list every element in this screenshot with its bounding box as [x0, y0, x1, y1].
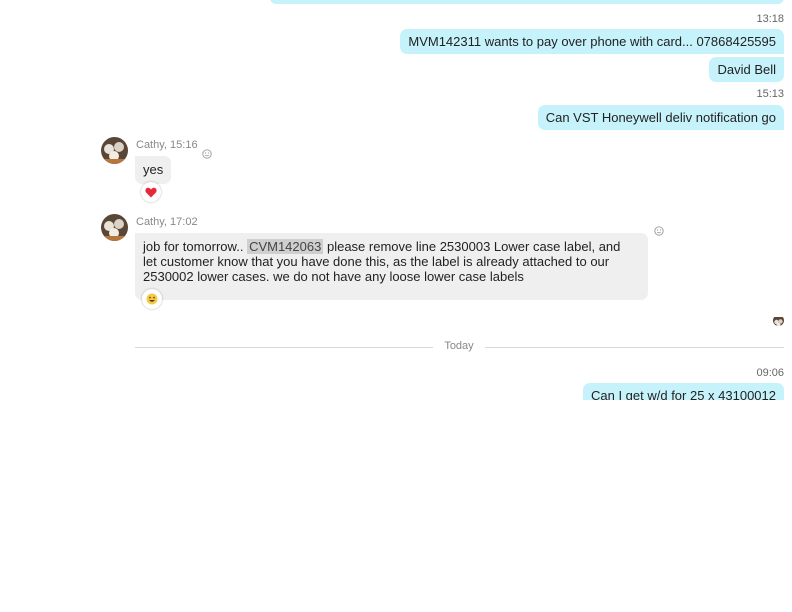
message-timestamp: 09:06: [756, 367, 784, 379]
message-line: 2530002 lower cases. we do not have any …: [143, 269, 524, 284]
order-reference-highlight[interactable]: CVM142063: [247, 239, 324, 254]
chat-conversation: 13:18 MVM142311 wants to pay over phone …: [0, 0, 792, 400]
message-text: job for tomorrow..: [143, 239, 244, 254]
date-divider-label: Today: [444, 340, 474, 352]
add-reaction-icon[interactable]: [202, 149, 212, 159]
heart-icon: [145, 187, 157, 197]
add-reaction-icon[interactable]: [654, 226, 664, 236]
message-bubble-outgoing[interactable]: David Bell: [709, 57, 784, 82]
avatar-image: [101, 137, 128, 164]
message-bubble-outgoing-partial[interactable]: [270, 0, 784, 4]
avatar-image: [773, 317, 784, 326]
avatar-image: [101, 214, 128, 241]
heart-reaction[interactable]: [141, 182, 161, 202]
avatar[interactable]: [101, 137, 128, 164]
message-bubble-outgoing[interactable]: MVM142311 wants to pay over phone with c…: [400, 29, 784, 54]
message-line: let customer know that you have done thi…: [143, 254, 610, 269]
read-receipt-avatar: [773, 315, 784, 326]
divider-line: [485, 347, 784, 348]
message-bubble-incoming[interactable]: yes: [135, 156, 172, 184]
sender-name-timestamp: Cathy, 15:16: [136, 139, 198, 151]
message-text: please remove line 2530003 Lower case la…: [326, 239, 621, 254]
message-timestamp: 13:18: [756, 13, 784, 25]
message-bubble-incoming[interactable]: job for tomorrow.. CVM142063 please remo…: [135, 233, 648, 300]
grinning-face-icon: [146, 293, 158, 305]
message-line: job for tomorrow.. CVM142063 please remo…: [143, 239, 640, 254]
message-timestamp: 15:13: [756, 88, 784, 100]
sender-name-timestamp: Cathy, 17:02: [136, 216, 198, 228]
avatar[interactable]: [101, 214, 128, 241]
divider-line: [135, 347, 433, 348]
message-bubble-outgoing[interactable]: Can VST Honeywell deliv notification go: [537, 105, 784, 130]
grin-reaction[interactable]: [142, 289, 162, 309]
message-bubble-outgoing[interactable]: Can I get w/d for 25 x 43100012: [582, 383, 784, 400]
